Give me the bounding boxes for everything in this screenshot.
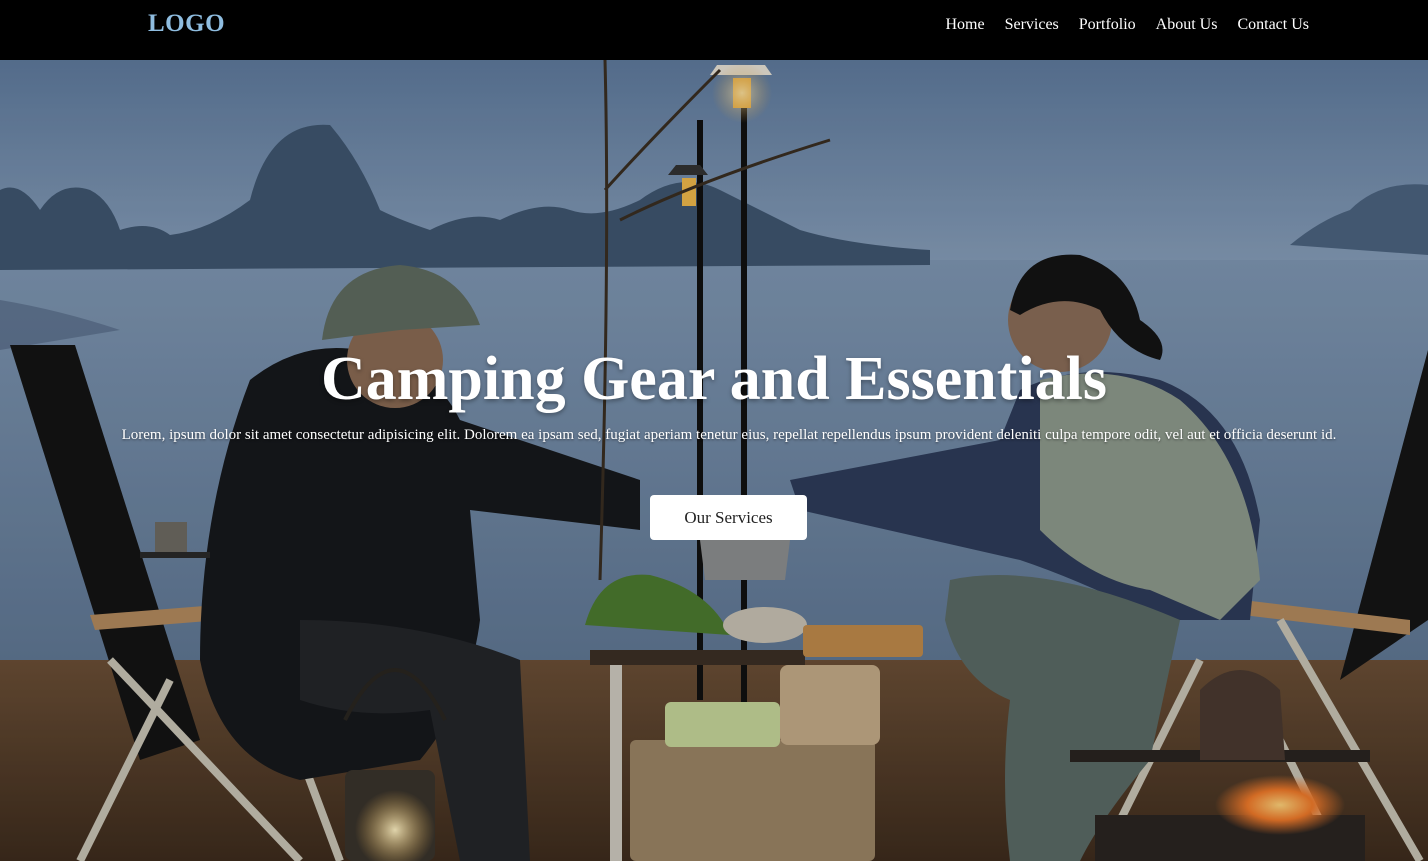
hero-section: Camping Gear and Essentials Lorem, ipsum… xyxy=(0,60,1428,861)
nav-link-home[interactable]: Home xyxy=(945,16,984,33)
nav-link-contact[interactable]: Contact Us xyxy=(1237,16,1309,33)
site-logo[interactable]: LOGO xyxy=(148,10,225,38)
nav-link-portfolio[interactable]: Portfolio xyxy=(1079,16,1136,33)
nav-link-about[interactable]: About Us xyxy=(1156,16,1218,33)
hero-description: Lorem, ipsum dolor sit amet consectetur … xyxy=(121,427,1337,443)
nav-item-portfolio: Portfolio xyxy=(1079,16,1136,34)
our-services-button[interactable]: Our Services xyxy=(650,495,807,540)
navbar: LOGO Home Services Portfolio About Us Co… xyxy=(0,0,1428,60)
hero-title: Camping Gear and Essentials xyxy=(320,345,1108,413)
nav-item-contact: Contact Us xyxy=(1237,16,1309,34)
nav-link-services[interactable]: Services xyxy=(1005,16,1059,33)
nav-menu: Home Services Portfolio About Us Contact… xyxy=(945,16,1309,34)
nav-item-home: Home xyxy=(945,16,984,34)
nav-item-about: About Us xyxy=(1156,16,1218,34)
hero-content: Camping Gear and Essentials Lorem, ipsum… xyxy=(0,60,1428,861)
nav-item-services: Services xyxy=(1005,16,1059,34)
